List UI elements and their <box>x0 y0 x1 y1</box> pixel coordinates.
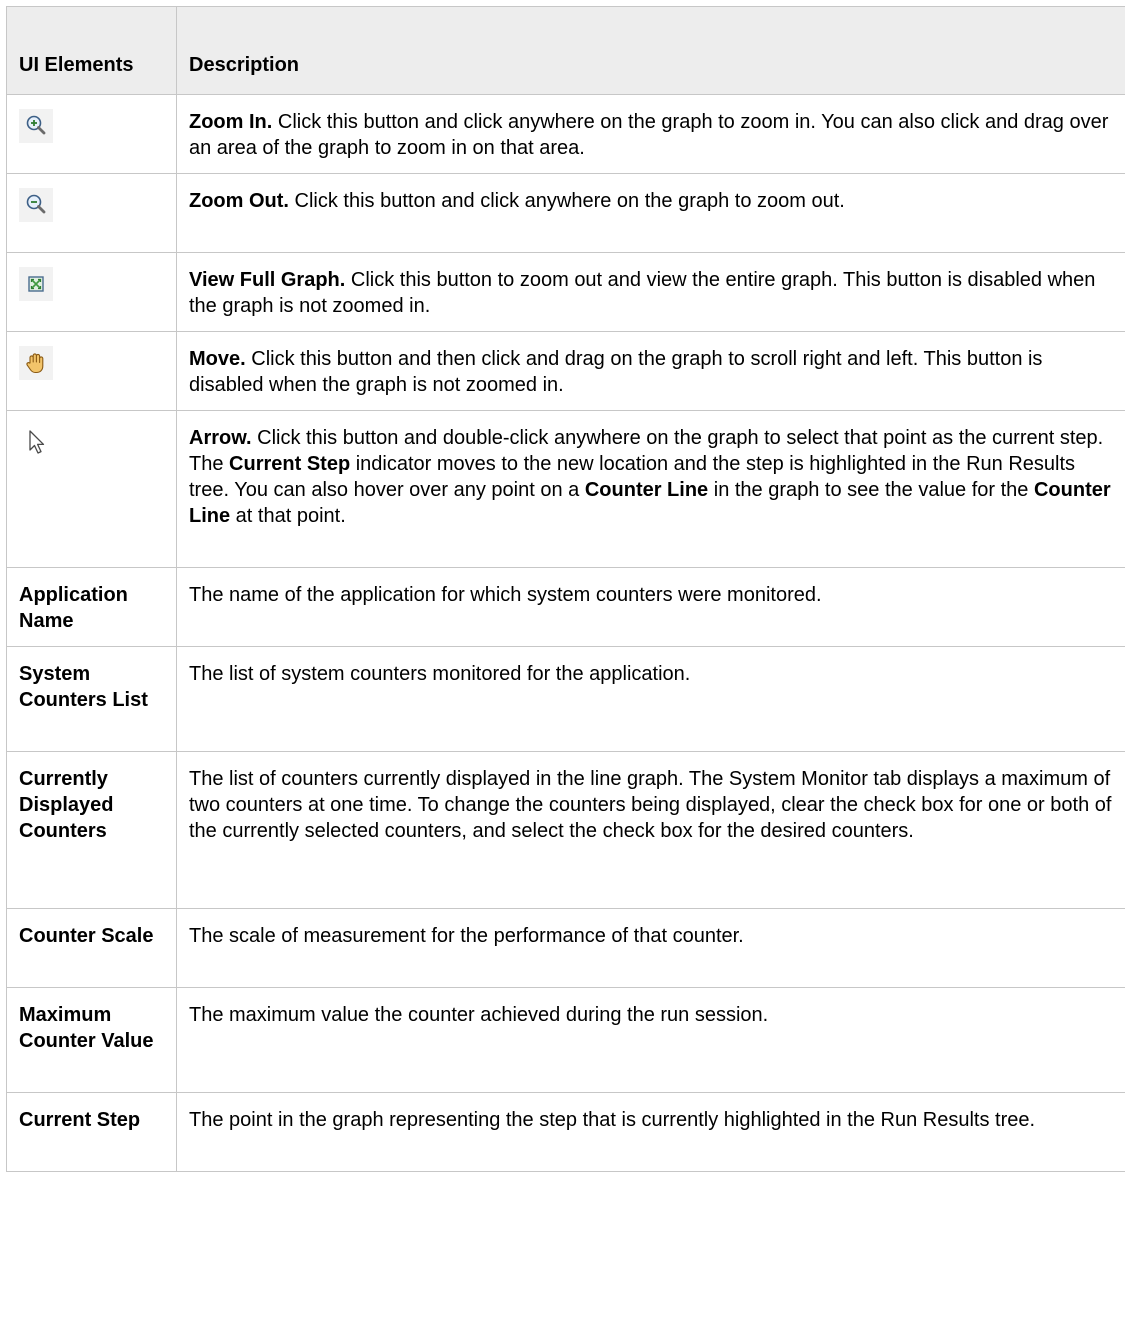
icon-cell <box>6 94 177 174</box>
counter-line-term: Counter Line <box>584 479 709 501</box>
row-description: The name of the application for which sy… <box>176 567 1125 647</box>
full-graph-icon[interactable] <box>19 267 53 301</box>
row-description: The scale of measurement for the perform… <box>176 908 1125 988</box>
header-ui-elements: UI Elements <box>6 6 177 95</box>
row-title: Zoom In. <box>189 111 273 133</box>
icon-cell <box>6 410 177 568</box>
table-row: Arrow. Click this button and double-clic… <box>6 410 1125 568</box>
row-description: Click this button and click anywhere on … <box>189 111 1109 159</box>
description-cell: View Full Graph. Click this button to zo… <box>176 252 1125 332</box>
ui-elements-table: UI Elements Description Zoom In. Click t… <box>6 6 1125 1172</box>
arrow-pointer-icon[interactable] <box>19 425 53 459</box>
row-description: The list of counters currently displayed… <box>176 751 1125 909</box>
description-cell: Zoom In. Click this button and click any… <box>176 94 1125 174</box>
description-cell: Arrow. Click this button and double-clic… <box>176 410 1125 568</box>
row-description: The point in the graph representing the … <box>176 1092 1125 1172</box>
row-description: Click this button and then click and dra… <box>189 348 1043 396</box>
ui-element-name: Counter Scale <box>6 908 177 988</box>
row-title: Arrow. <box>189 427 252 449</box>
description-cell: Move. Click this button and then click a… <box>176 331 1125 411</box>
ui-element-name: Currently Displayed Counters <box>6 751 177 909</box>
table-row: System Counters List The list of system … <box>6 646 1125 752</box>
table-row: View Full Graph. Click this button to zo… <box>6 252 1125 332</box>
row-description: The maximum value the counter achieved d… <box>176 987 1125 1093</box>
ui-element-name: Maximum Counter Value <box>6 987 177 1093</box>
table-header-row: UI Elements Description <box>6 6 1125 95</box>
zoom-in-icon[interactable] <box>19 109 53 143</box>
table-row: Zoom Out. Click this button and click an… <box>6 173 1125 253</box>
table-row: Zoom In. Click this button and click any… <box>6 94 1125 174</box>
zoom-out-icon[interactable] <box>19 188 53 222</box>
icon-cell <box>6 173 177 253</box>
row-description: in the graph to see the value for the <box>708 479 1034 501</box>
table-row: Move. Click this button and then click a… <box>6 331 1125 411</box>
current-step-term: Current Step <box>229 453 351 475</box>
row-description: Click this button and click anywhere on … <box>288 190 845 212</box>
table-row: Current Step The point in the graph repr… <box>6 1092 1125 1172</box>
row-title: Move. <box>189 348 246 370</box>
row-description: The list of system counters monitored fo… <box>176 646 1125 752</box>
row-title: View Full Graph. <box>189 269 346 291</box>
row-title: Zoom Out. <box>189 190 289 212</box>
header-description: Description <box>176 6 1125 95</box>
ui-element-name: System Counters List <box>6 646 177 752</box>
table-row: Currently Displayed Counters The list of… <box>6 751 1125 909</box>
icon-cell <box>6 252 177 332</box>
ui-element-name: Current Step <box>6 1092 177 1172</box>
icon-cell <box>6 331 177 411</box>
table-row: Maximum Counter Value The maximum value … <box>6 987 1125 1093</box>
description-cell: Zoom Out. Click this button and click an… <box>176 173 1125 253</box>
table-row: Application Name The name of the applica… <box>6 567 1125 647</box>
row-description: at that point. <box>230 505 346 527</box>
ui-element-name: Application Name <box>6 567 177 647</box>
table-row: Counter Scale The scale of measurement f… <box>6 908 1125 988</box>
hand-move-icon[interactable] <box>19 346 53 380</box>
